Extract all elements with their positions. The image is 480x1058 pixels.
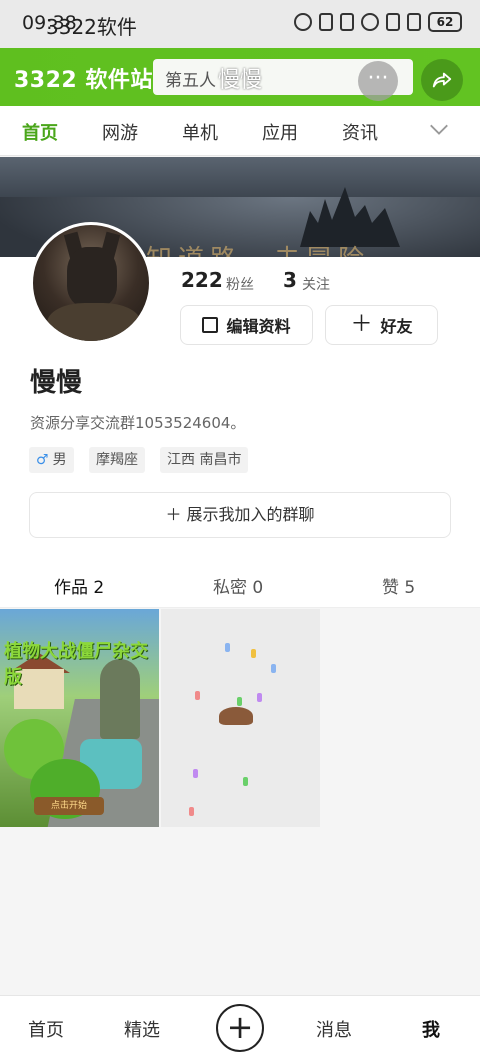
- content-tabs: 作品 2 私密 0 赞 5: [0, 560, 480, 608]
- status-icons: 62: [294, 12, 462, 32]
- add-friend-label: 好友: [380, 317, 413, 336]
- work-thumbnail[interactable]: 植物大战僵尸杂交版 点击开始: [0, 609, 159, 827]
- male-icon: ♂: [36, 452, 49, 468]
- work-title: 植物大战僵尸杂交版: [4, 641, 148, 688]
- alarm-icon: [294, 13, 312, 31]
- gender-tag: ♂ 男: [29, 447, 74, 473]
- site-logo[interactable]: 3322 软件站: [14, 62, 153, 94]
- page-title: 慢慢: [218, 68, 263, 93]
- tab-private[interactable]: 私密 0: [213, 573, 263, 598]
- banner-text: 知道路，去冒险: [146, 239, 370, 257]
- location-tag: 江西 南昌市: [160, 447, 249, 473]
- bluetooth-icon: [319, 13, 333, 31]
- profile-bio: 资源分享交流群1053524604。: [30, 414, 246, 432]
- status-bar: 09:38 3322软件 62: [0, 0, 480, 48]
- fans-count[interactable]: 222: [181, 268, 223, 292]
- zodiac-tag: 摩羯座: [89, 447, 145, 473]
- tab-works[interactable]: 作品 2: [54, 573, 104, 598]
- signal-icon: [386, 13, 400, 31]
- tab-home[interactable]: 首页: [22, 119, 58, 145]
- wifi-icon: [361, 13, 379, 31]
- bottom-tab-me[interactable]: 我: [422, 1016, 440, 1042]
- plus-icon: ＋: [350, 312, 373, 337]
- mole-image: [219, 707, 253, 725]
- tab-online-games[interactable]: 网游: [102, 119, 138, 145]
- bottom-tab-messages[interactable]: 消息: [316, 1016, 352, 1042]
- fans-label[interactable]: 粉丝: [226, 274, 254, 294]
- profile-name: 慢慢: [30, 368, 83, 398]
- tab-likes[interactable]: 赞 5: [382, 573, 415, 598]
- share-button[interactable]: [421, 59, 463, 101]
- bottom-tab-featured[interactable]: 精选: [124, 1016, 160, 1042]
- chevron-down-icon[interactable]: [428, 118, 450, 140]
- tab-single-games[interactable]: 单机: [182, 119, 218, 145]
- battery-icon: 62: [428, 12, 462, 32]
- empty-area: [0, 827, 480, 995]
- edit-profile-label: 编辑资料: [226, 317, 291, 336]
- follow-count[interactable]: 3: [283, 268, 297, 292]
- edit-profile-button[interactable]: 编辑资料: [180, 305, 313, 345]
- tab-news[interactable]: 资讯: [342, 119, 378, 145]
- mute-icon: [340, 13, 354, 31]
- edit-icon: [202, 317, 219, 333]
- create-button[interactable]: +: [216, 1004, 264, 1052]
- share-icon: [432, 72, 452, 88]
- bottom-tab-home[interactable]: 首页: [28, 1016, 64, 1042]
- category-tabs: 首页 网游 单机 应用 资讯: [0, 106, 480, 156]
- search-placeholder: 第五人: [165, 71, 216, 91]
- more-options-button[interactable]: ···: [358, 61, 398, 101]
- work-start-label: 点击开始: [34, 797, 104, 815]
- bottom-nav: 首页 精选 + 消息 我: [0, 995, 480, 1058]
- tab-apps[interactable]: 应用: [262, 119, 298, 145]
- status-app-name: 3322软件: [46, 15, 137, 39]
- follow-label[interactable]: 关注: [302, 274, 330, 294]
- add-friend-button[interactable]: ＋ 好友: [325, 305, 438, 345]
- work-thumbnail[interactable]: [161, 609, 320, 827]
- signal2-icon: [407, 13, 421, 31]
- avatar[interactable]: [30, 222, 152, 344]
- show-groups-button[interactable]: ＋ 展示我加入的群聊: [29, 492, 451, 538]
